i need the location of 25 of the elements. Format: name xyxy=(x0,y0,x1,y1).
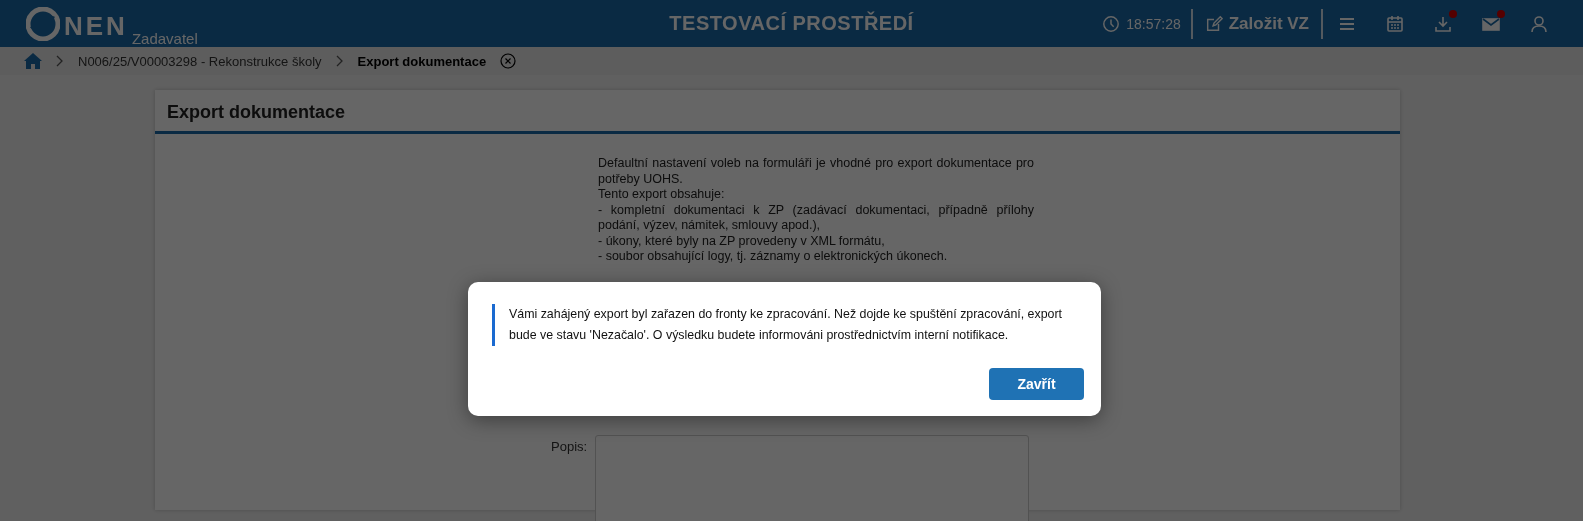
description-line: - úkony, které byly na ZP provedeny v XML formátu, xyxy=(598,233,886,249)
card-title: Export dokumentace xyxy=(155,90,1400,134)
home-icon[interactable] xyxy=(24,53,42,69)
close-button[interactable]: Zavřít xyxy=(989,368,1084,400)
logo-icon[interactable] xyxy=(26,6,60,41)
description-line: - kompletní dokumentaci k ZP (zadávací dokumentaci, případně přílohy podání, výzev, námitek, smlouvy apod.), xyxy=(598,202,1034,234)
description-line: Tento export obsahuje: xyxy=(598,187,726,203)
environment-title: TESTOVACÍ PROSTŘEDÍ xyxy=(669,12,914,34)
close-icon[interactable] xyxy=(500,53,517,69)
logo-text: NEN xyxy=(64,10,128,41)
role-label: Zadavatel xyxy=(131,29,198,47)
chevron-icon xyxy=(335,55,344,67)
field-label: Popis: xyxy=(551,438,588,456)
edit-icon xyxy=(1204,14,1223,33)
modal-message: Vámi zahájený export byl zařazen do fronty ke zpracování. Než dojde ke spuštění zpracování, export bude ve stavu 'Nezačalo'. O výsledku budete informováni prostřednictvím interní notifikace. xyxy=(492,304,1081,346)
breadcrumb-link[interactable]: N006/25/V00003298 - Rekonstrukce školy xyxy=(78,53,322,69)
chevron-icon xyxy=(56,55,64,67)
create-button[interactable]: Založit VZ xyxy=(1192,13,1321,34)
clock-icon xyxy=(1102,14,1121,33)
clock-time: 18:57:28 xyxy=(1126,15,1181,32)
calendar-icon[interactable] xyxy=(1385,13,1405,34)
description-line: Defaultní nastavení voleb na formuláři je vhodné pro export dokumentace pro potřeby UOHS. xyxy=(598,156,1034,187)
user-icon[interactable] xyxy=(1529,13,1549,34)
breadcrumb-current: Export dokumentace xyxy=(357,53,487,69)
description-line: - soubor obsahující logy, tj. záznamy o elektronických úkonech. xyxy=(598,249,949,265)
